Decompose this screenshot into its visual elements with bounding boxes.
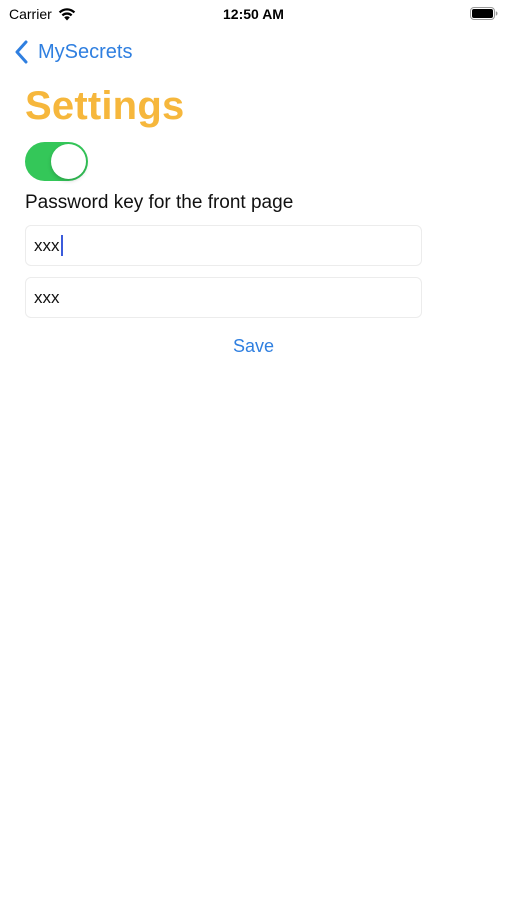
text-caret [60,235,63,256]
password-key-field-value: xxx [34,235,60,255]
password-key-field[interactable]: xxx [25,225,422,266]
page-title: Settings [25,84,185,128]
battery-icon [470,7,498,20]
toggle-knob [51,144,86,179]
chevron-left-icon [15,40,28,64]
password-confirm-field[interactable]: xxx [25,277,422,318]
status-bar: Carrier 12:50 AM [0,0,507,28]
password-key-label: Password key for the front page [25,192,294,213]
password-confirm-field-value: xxx [34,287,60,307]
status-time: 12:50 AM [223,6,284,22]
settings-toggle[interactable] [25,142,88,181]
settings-screen: Carrier 12:50 AM MySecrets Settings Pass… [0,0,507,900]
back-button[interactable]: MySecrets [14,38,132,66]
save-button[interactable]: Save [0,335,507,358]
back-button-label: MySecrets [38,40,133,63]
